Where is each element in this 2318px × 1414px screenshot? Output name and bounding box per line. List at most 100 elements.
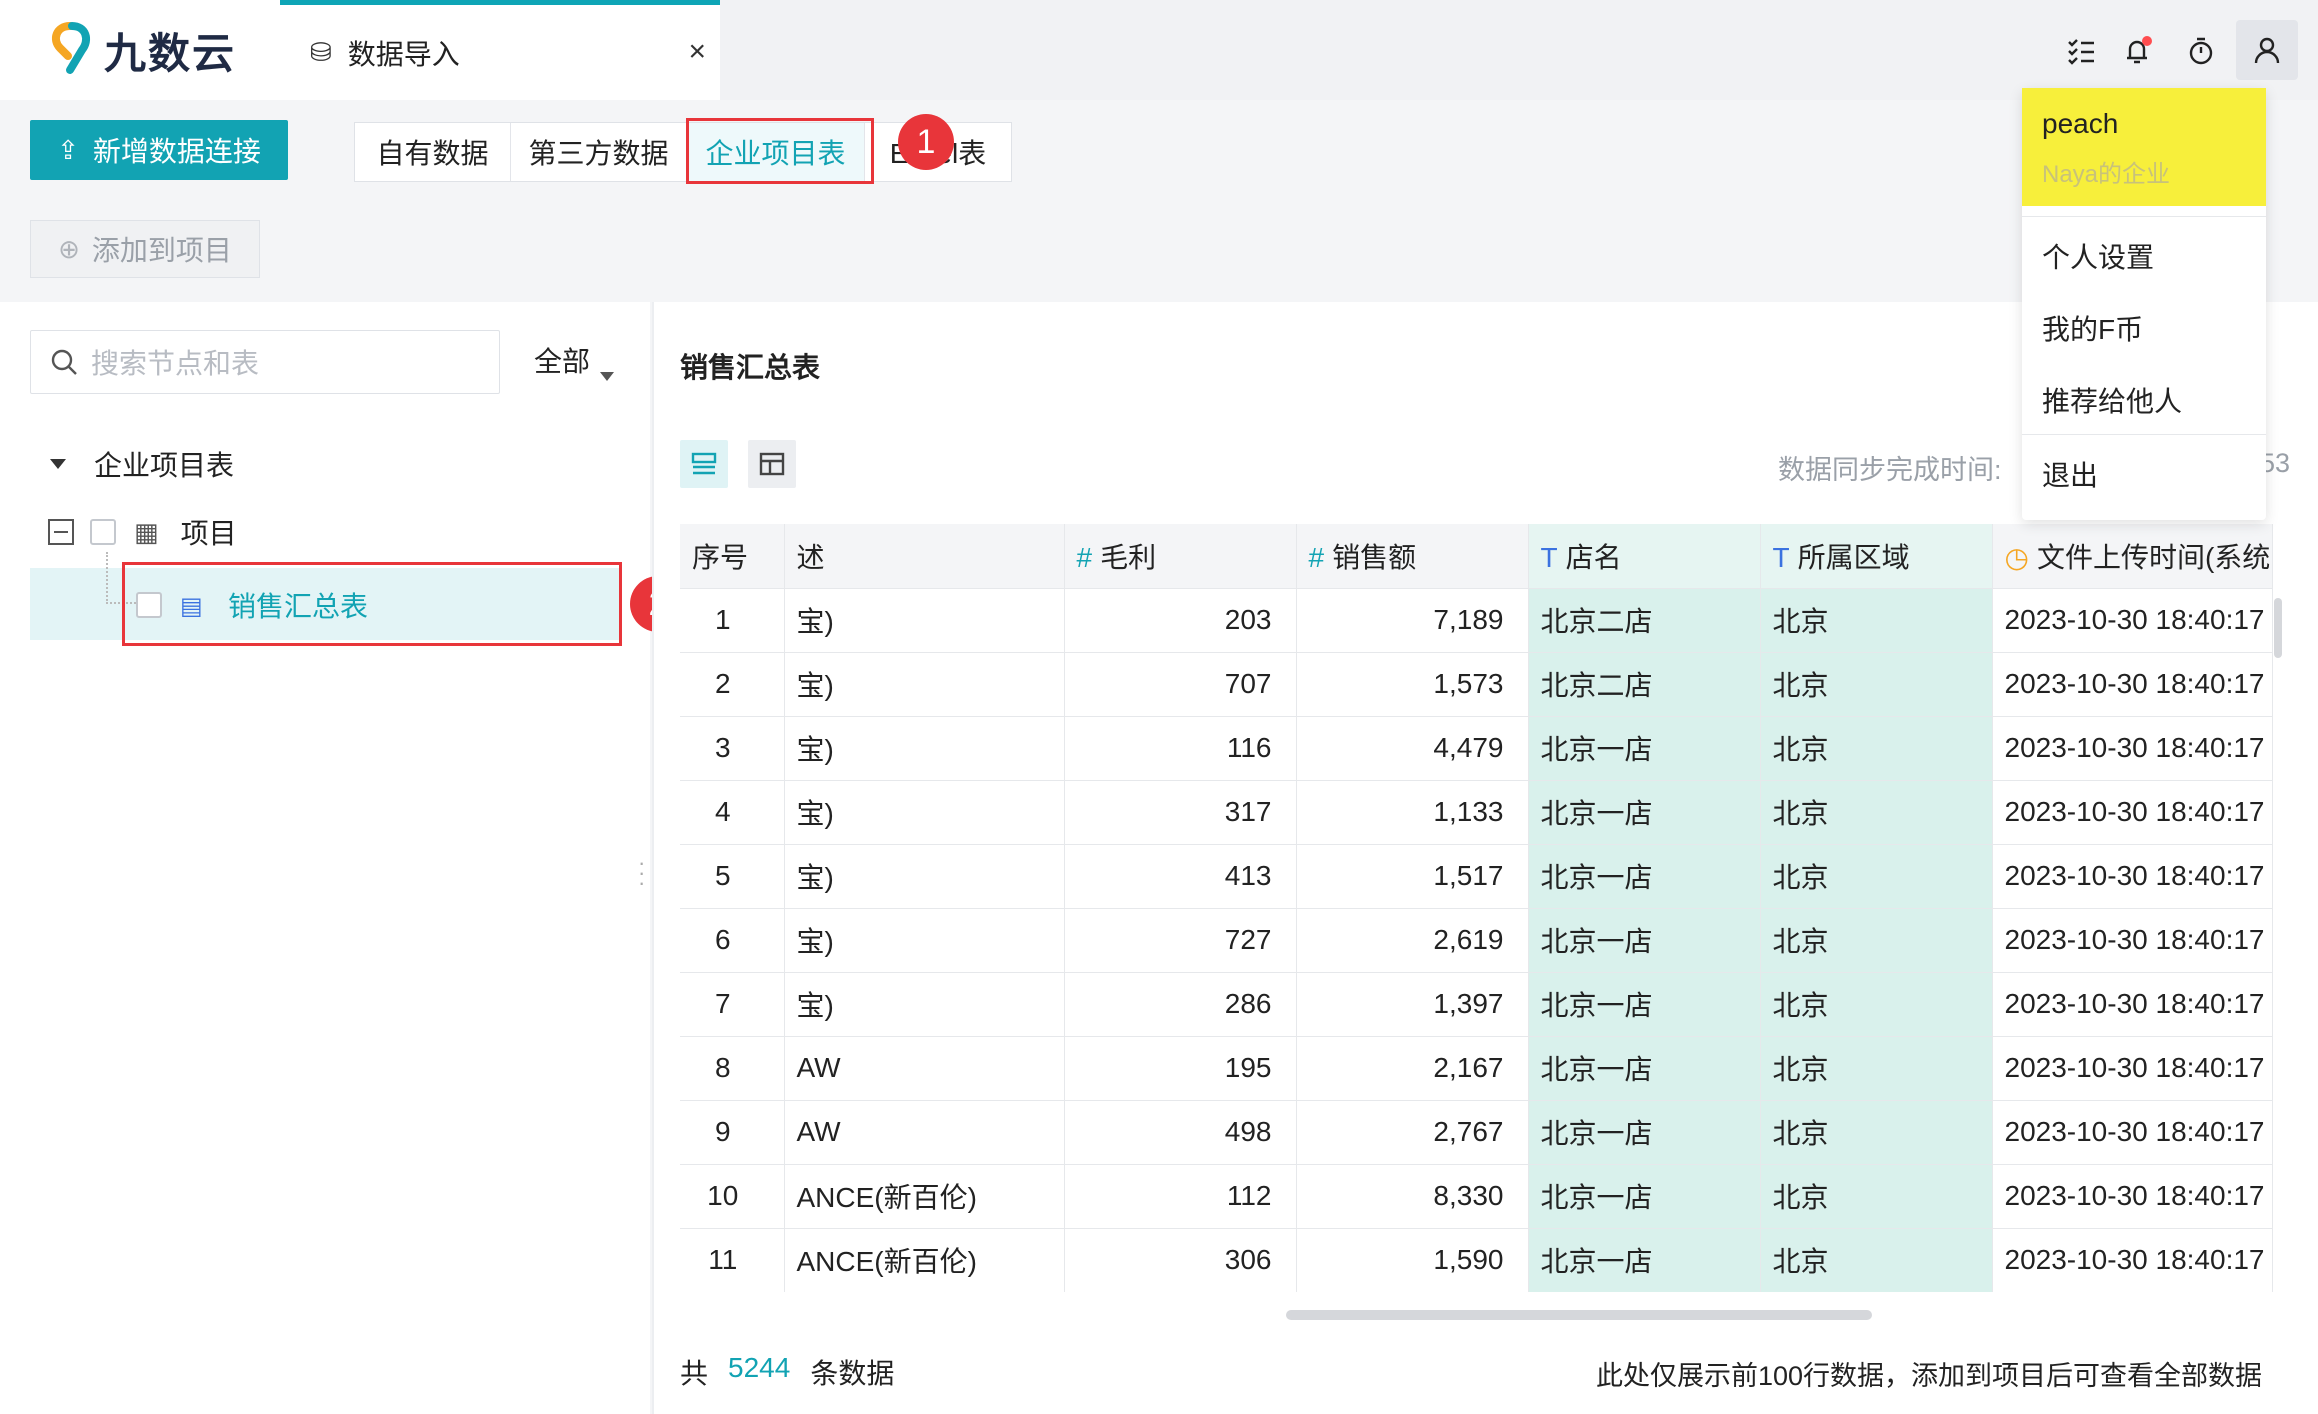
horizontal-scrollbar[interactable] xyxy=(1286,1310,1872,1320)
close-icon[interactable]: × xyxy=(688,35,706,69)
vertical-scrollbar[interactable] xyxy=(2274,598,2282,658)
new-connection-label: 新增数据连接 xyxy=(92,136,261,167)
cell-gross-profit: 203 xyxy=(1064,587,1297,652)
cell-upload-time: 2023-10-30 18:40:17 xyxy=(1992,843,2273,908)
cell-region: 北京 xyxy=(1760,715,1993,780)
org-name: Naya的企业 xyxy=(2042,161,2171,188)
caret-down-icon[interactable] xyxy=(50,459,66,469)
number-type-icon: # xyxy=(1308,541,1325,573)
table-row[interactable]: 8 AW 195 2,167 北京一店 北京 2023-10-30 18:40:17 xyxy=(680,1035,2273,1100)
col-sales[interactable]: # 销售额 xyxy=(1296,524,1529,588)
cell-store: 北京一店 xyxy=(1528,971,1761,1036)
col-store[interactable]: T 店名 xyxy=(1528,524,1761,588)
clock-type-icon: ◷ xyxy=(2004,541,2029,573)
cell-store: 北京一店 xyxy=(1528,1035,1761,1100)
drag-handle-icon[interactable]: · · · xyxy=(638,852,645,894)
cell-desc: 宝) xyxy=(784,779,1065,844)
col-index[interactable]: 序号 xyxy=(680,524,785,588)
table-row[interactable]: 7 宝) 286 1,397 北京一店 北京 2023-10-30 18:40:17 xyxy=(680,971,2273,1036)
col-region[interactable]: T 所属区域 xyxy=(1760,524,1993,588)
cell-desc: AW xyxy=(784,1035,1065,1100)
col-upload-time[interactable]: ◷ 文件上传时间(系统 xyxy=(1992,524,2273,588)
tab-data-import[interactable]: ⛁ 数据导入 × xyxy=(280,0,720,100)
cell-upload-time: 2023-10-30 18:40:17 xyxy=(1992,1163,2273,1228)
table-row[interactable]: 4 宝) 317 1,133 北京一店 北京 2023-10-30 18:40:17 xyxy=(680,779,2273,844)
toolbar xyxy=(0,100,2318,300)
number-type-icon: # xyxy=(1076,541,1093,573)
cell-upload-time: 2023-10-30 18:40:17 xyxy=(1992,1035,2273,1100)
table-row[interactable]: 1 宝) 203 7,189 北京二店 北京 2023-10-30 18:40:17 xyxy=(680,587,2273,652)
segment-own-data[interactable]: 自有数据 xyxy=(355,123,511,181)
logo-text: 九数云 xyxy=(104,29,237,77)
cell-desc: ANCE(新百伦) xyxy=(784,1163,1065,1228)
menu-personal-settings[interactable]: 个人设置 xyxy=(2042,236,2154,276)
layout-icon xyxy=(759,452,785,476)
cell-store: 北京二店 xyxy=(1528,587,1761,652)
cell-index: 2 xyxy=(680,651,785,716)
data-view-button[interactable] xyxy=(680,440,728,488)
cell-desc: 宝) xyxy=(784,651,1065,716)
cell-upload-time: 2023-10-30 18:40:17 xyxy=(1992,1099,2273,1164)
cell-desc: 宝) xyxy=(784,843,1065,908)
col-gross-profit[interactable]: # 毛利 xyxy=(1064,524,1297,588)
table-row[interactable]: 9 AW 498 2,767 北京一店 北京 2023-10-30 18:40:17 xyxy=(680,1099,2273,1164)
cell-sales: 1,517 xyxy=(1296,843,1529,908)
timer-icon[interactable] xyxy=(2178,28,2224,74)
row-count-suffix: 条数据 xyxy=(810,1358,895,1389)
cell-region: 北京 xyxy=(1760,779,1993,844)
cell-index: 1 xyxy=(680,587,785,652)
data-table: 序号 述 # 毛利 # 销售额 T 店名 T 所属区域 ◷ 文件上传时间(系统 1 宝) 20… xyxy=(680,524,2273,1292)
table-header-row: 序号 述 # 毛利 # 销售额 T 店名 T 所属区域 ◷ 文件上传时间(系统 xyxy=(680,524,2273,588)
table-row[interactable]: 6 宝) 727 2,619 北京一店 北京 2023-10-30 18:40:17 xyxy=(680,907,2273,972)
table-row[interactable]: 5 宝) 413 1,517 北京一店 北京 2023-10-30 18:40:17 xyxy=(680,843,2273,908)
cell-store: 北京一店 xyxy=(1528,1099,1761,1164)
tree-node-enterprise[interactable]: 企业项目表 xyxy=(50,444,234,484)
project-checkbox[interactable] xyxy=(90,519,116,545)
add-to-project-button[interactable]: ⊕ 添加到项目 xyxy=(30,220,260,278)
cell-region: 北京 xyxy=(1760,1163,1993,1228)
cell-sales: 4,479 xyxy=(1296,715,1529,780)
cell-store: 北京一店 xyxy=(1528,907,1761,972)
table-row[interactable]: 10 ANCE(新百伦) 112 8,330 北京一店 北京 2023-10-30 18:4… xyxy=(680,1163,2273,1228)
search-input[interactable]: 搜索节点和表 xyxy=(30,330,500,394)
search-placeholder: 搜索节点和表 xyxy=(91,348,260,379)
cell-index: 8 xyxy=(680,1035,785,1100)
menu-logout[interactable]: 退出 xyxy=(2042,454,2098,494)
new-connection-button[interactable]: ⇪ 新增数据连接 xyxy=(30,120,288,180)
list-check-icon[interactable] xyxy=(2058,28,2104,74)
cell-index: 11 xyxy=(680,1227,785,1292)
collapse-icon[interactable] xyxy=(48,519,74,545)
chevron-down-icon[interactable] xyxy=(600,372,614,381)
cell-store: 北京二店 xyxy=(1528,651,1761,716)
bell-icon[interactable] xyxy=(2114,28,2160,74)
upload-icon: ⇪ xyxy=(57,134,79,165)
user-icon[interactable] xyxy=(2236,20,2298,80)
cell-store: 北京一店 xyxy=(1528,1163,1761,1228)
col-desc[interactable]: 述 xyxy=(784,524,1065,588)
segment-third-party[interactable]: 第三方数据 xyxy=(511,123,687,181)
cell-index: 3 xyxy=(680,715,785,780)
cell-upload-time: 2023-10-30 18:40:17 xyxy=(1992,971,2273,1036)
table-row[interactable]: 3 宝) 116 4,479 北京一店 北京 2023-10-30 18:40:17 xyxy=(680,715,2273,780)
menu-my-fcoin[interactable]: 我的F币 xyxy=(2042,308,2143,348)
cell-sales: 1,133 xyxy=(1296,779,1529,844)
folder-grid-icon: ▦ xyxy=(134,516,159,547)
row-count-value: 5244 xyxy=(728,1352,791,1383)
cell-sales: 7,189 xyxy=(1296,587,1529,652)
cell-gross-profit: 306 xyxy=(1064,1227,1297,1292)
table-row[interactable]: 11 ANCE(新百伦) 306 1,590 北京一店 北京 2023-10-30 18:4… xyxy=(680,1227,2273,1292)
cell-upload-time: 2023-10-30 18:40:17 xyxy=(1992,907,2273,972)
tree-node-project[interactable]: ▦ 项目 xyxy=(48,512,237,552)
rows-icon xyxy=(691,452,717,475)
cell-sales: 8,330 xyxy=(1296,1163,1529,1228)
menu-recommend[interactable]: 推荐给他人 xyxy=(2042,380,2182,420)
layout-view-button[interactable] xyxy=(748,440,796,488)
filter-dropdown[interactable]: 全部 xyxy=(534,340,590,380)
cell-gross-profit: 112 xyxy=(1064,1163,1297,1228)
cell-sales: 1,397 xyxy=(1296,971,1529,1036)
cell-store: 北京一店 xyxy=(1528,715,1761,780)
table-row[interactable]: 2 宝) 707 1,573 北京二店 北京 2023-10-30 18:40:17 xyxy=(680,651,2273,716)
tree-root-label: 企业项目表 xyxy=(94,450,235,481)
cell-gross-profit: 727 xyxy=(1064,907,1297,972)
logo[interactable]: 九数云 xyxy=(0,0,280,100)
